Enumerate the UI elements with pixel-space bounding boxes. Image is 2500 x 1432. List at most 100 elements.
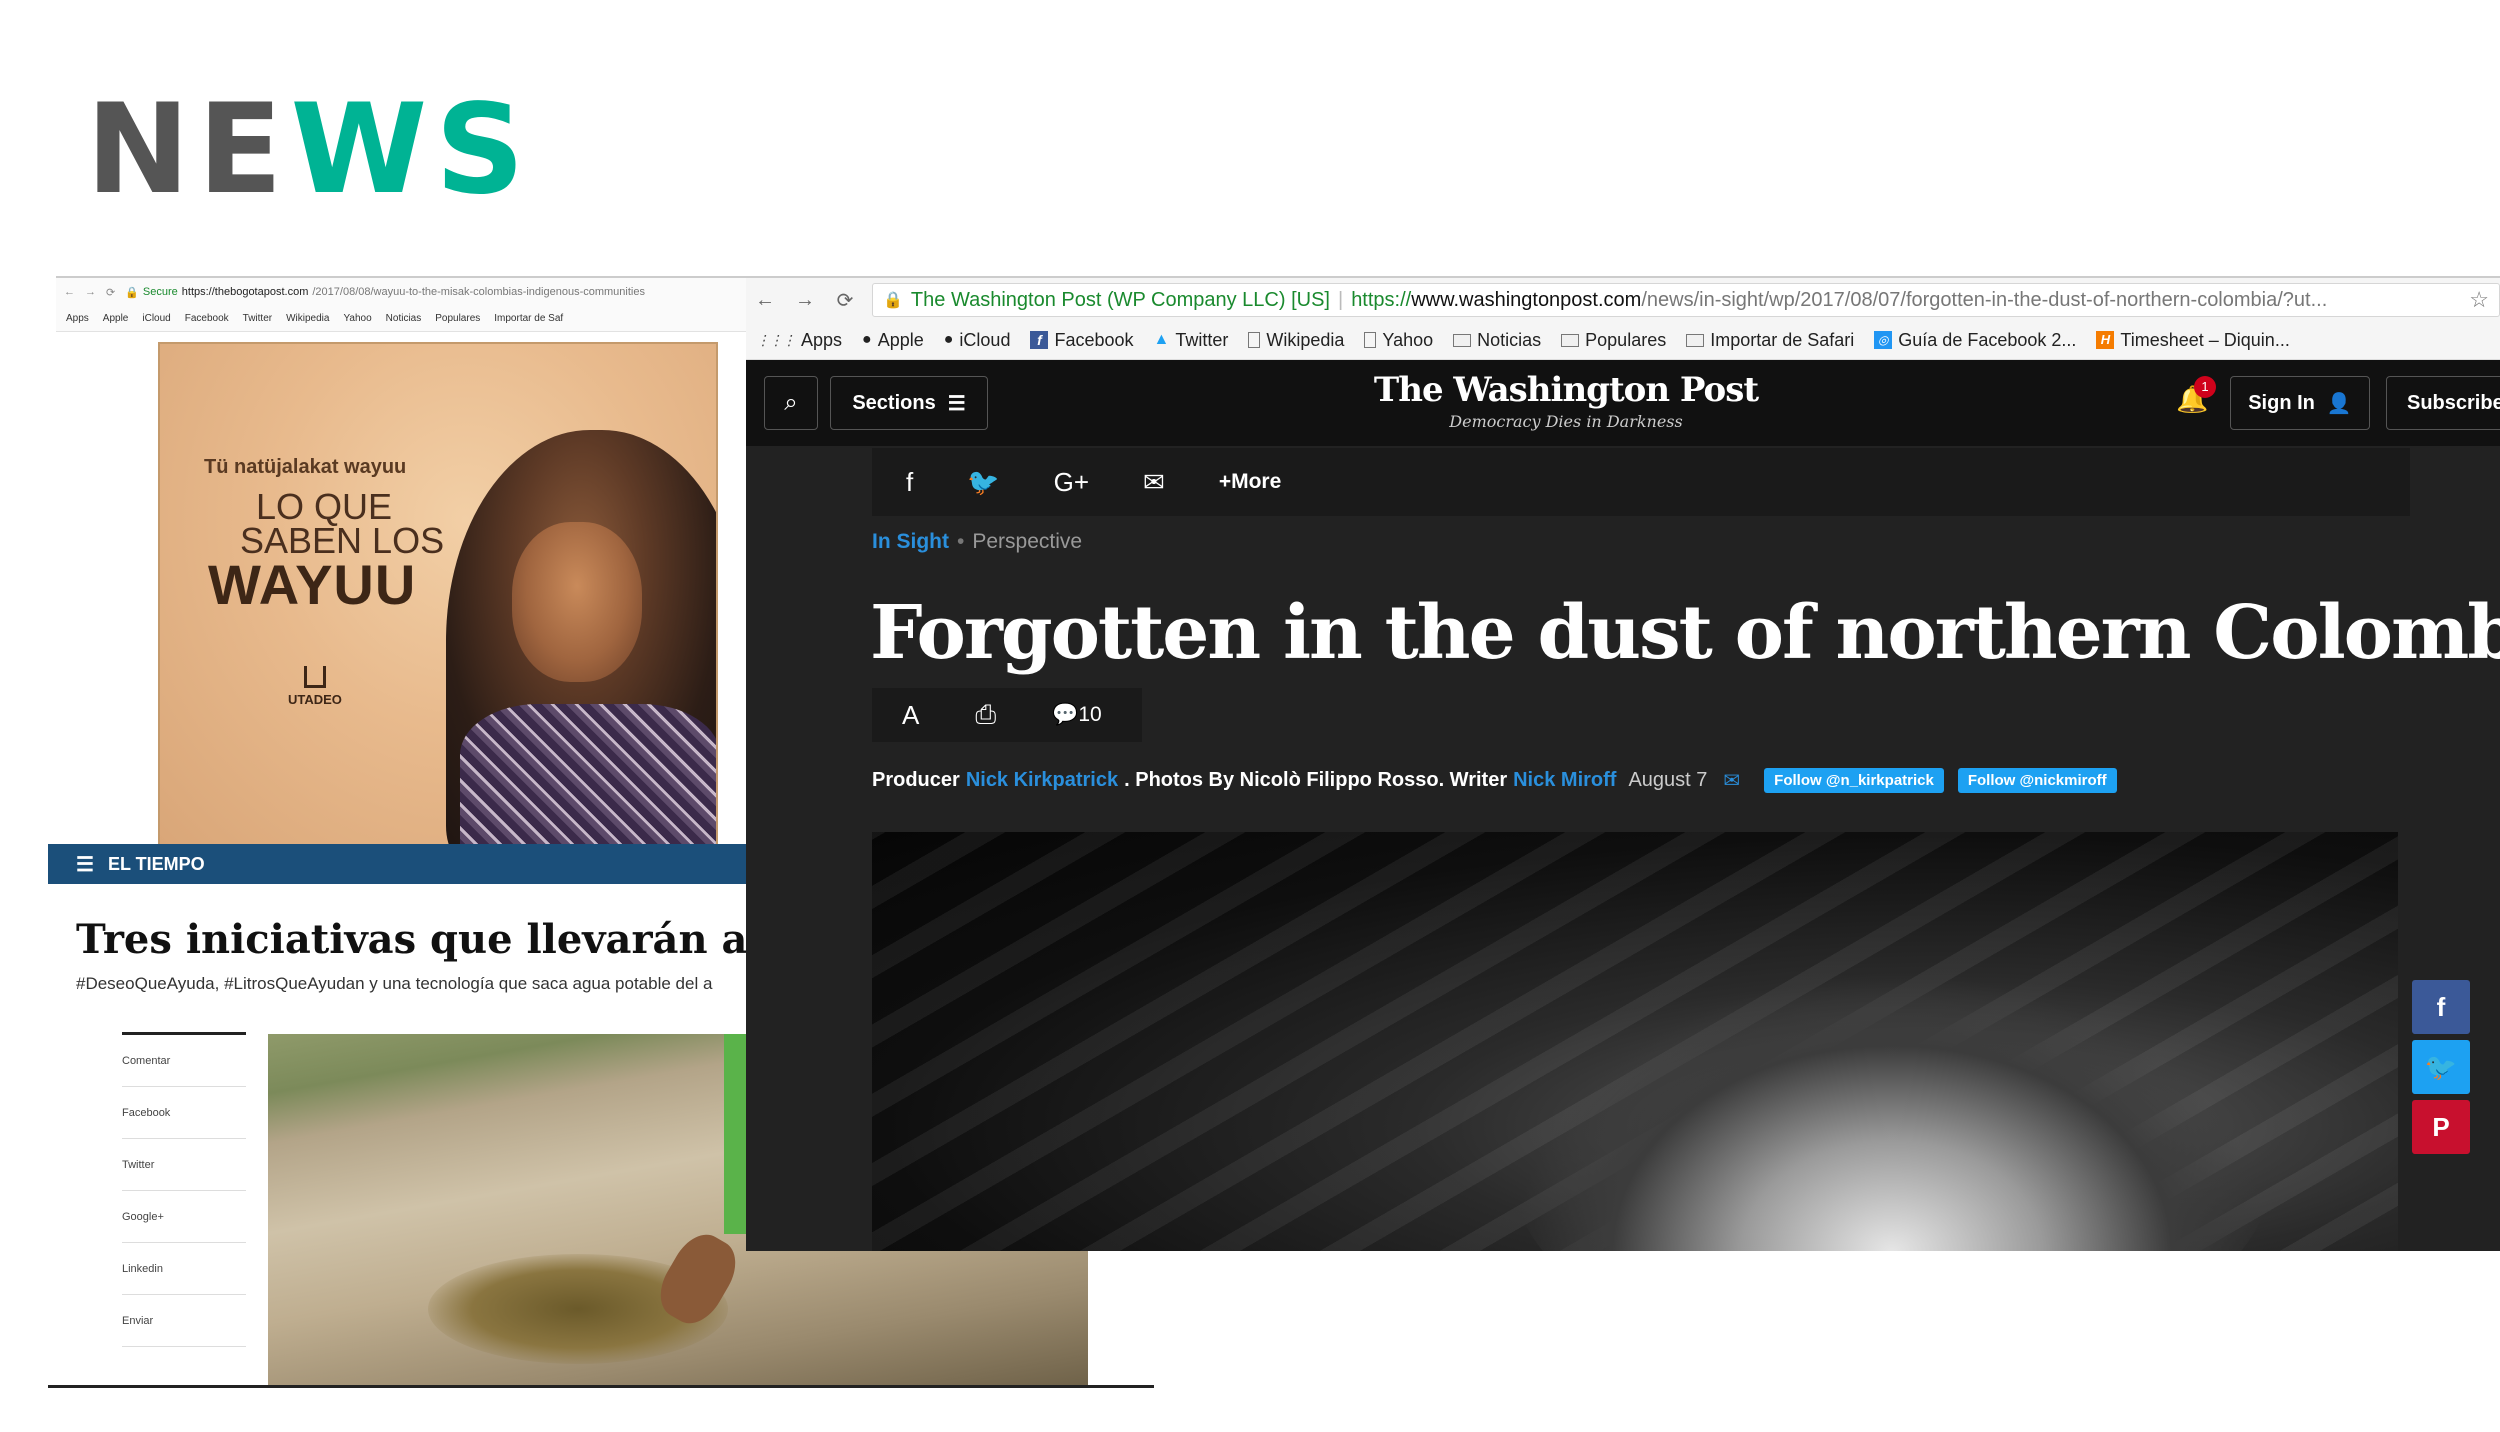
bookmark-label: Facebook [1054, 329, 1134, 350]
writer-link[interactable]: Nick Miroff [1513, 769, 1616, 792]
reload-icon[interactable]: ⟳ [106, 286, 115, 299]
more-share-button[interactable]: +More [1219, 470, 1281, 494]
side-twitter-share[interactable]: 🐦 [2412, 1040, 2470, 1094]
email-share-icon[interactable]: ✉ [1143, 467, 1165, 498]
apple-icon: ● [943, 331, 954, 348]
bookmark-apps[interactable]: Apps [66, 313, 89, 324]
wp-tagline: Democracy Dies in Darkness [1449, 412, 1683, 431]
share-twitter[interactable]: Twitter [122, 1139, 246, 1191]
hamburger-menu-icon[interactable]: ☰ [76, 852, 94, 877]
bookmark-facebook[interactable]: Facebook [185, 313, 229, 324]
bookmark-label: Timesheet – Diquin... [2120, 329, 2290, 350]
harvest-h-icon: H [2096, 331, 2115, 349]
wp-logo-name: The Washington Post [1373, 370, 1759, 410]
print-icon[interactable]: ⎙ [975, 699, 996, 731]
font-size-icon[interactable]: A [902, 700, 919, 731]
reload-icon[interactable]: ⟳ [832, 288, 858, 313]
wp-browser-chrome: ← → ⟳ 🔒 The Washington Post (WP Company … [746, 278, 2500, 360]
bookmark-icloud[interactable]: ● iCloud [944, 330, 1011, 351]
wp-bookmarks-bar: ⋮⋮⋮ Apps ● Apple ● iCloud f Facebook ▲ Twitte… [746, 322, 2500, 358]
twitter-share-icon[interactable]: 🐦 [967, 467, 999, 498]
bookmark-twitter[interactable]: ▲ Twitter [1154, 330, 1229, 351]
url-host: www.washingtonpost.com [1411, 288, 1642, 311]
article-title: Tres iniciativas que llevarán agua [76, 916, 831, 963]
washington-post-window: ← → ⟳ 🔒 The Washington Post (WP Company … [746, 276, 2500, 1251]
folder-icon [1686, 333, 1705, 347]
bookmark-facebook[interactable]: f Facebook [1030, 329, 1134, 351]
follow-kirkpatrick-button[interactable]: Follow @n_kirkpatrick [1764, 768, 1944, 793]
share-facebook[interactable]: Facebook [122, 1087, 246, 1139]
publisher-mark-icon [303, 666, 326, 688]
email-author-icon[interactable]: ✉ [1723, 768, 1740, 793]
folder-icon [1453, 333, 1472, 347]
search-icon: ⌕ [784, 389, 798, 416]
google-plus-share-icon[interactable]: G+ [1054, 467, 1089, 498]
bookmark-guia-facebook[interactable]: ◎ Guía de Facebook 2... [1874, 330, 2076, 351]
url-separator: | [1337, 288, 1344, 311]
portrait-face [512, 522, 642, 682]
bookmark-importar[interactable]: Importar de Safari [1686, 330, 1854, 351]
el-tiempo-brand[interactable]: EL TIEMPO [108, 854, 205, 875]
byline: Producer Nick Kirkpatrick . Photos By Nic… [872, 768, 2117, 793]
bookmark-label: Twitter [1175, 329, 1229, 350]
bookmark-noticias[interactable]: Noticias [386, 313, 422, 324]
comments-button[interactable]: 💬10 [1052, 703, 1102, 727]
producer-link[interactable]: Nick Kirkpatrick [966, 769, 1118, 792]
facebook-share-icon[interactable]: f [906, 467, 913, 498]
bookmark-star-icon[interactable]: ☆ [2469, 287, 2489, 313]
share-linkedin[interactable]: Linkedin [122, 1243, 246, 1295]
wp-logo[interactable]: The Washington Post Democracy Dies in Da… [1366, 370, 1766, 431]
bookmark-apps[interactable]: ⋮⋮⋮ Apps [756, 330, 842, 351]
publisher-logo: UTADEO [288, 666, 342, 707]
bookmark-yahoo[interactable]: Yahoo [1364, 330, 1433, 351]
bookmark-wikipedia[interactable]: Wikipedia [286, 313, 329, 324]
subscribe-button[interactable]: Subscribe [2386, 376, 2500, 430]
url-path: /2017/08/08/wayuu-to-the-misak-colombias… [312, 286, 645, 298]
bookmark-timesheet[interactable]: H Timesheet – Diquin... [2096, 329, 2290, 351]
bookmark-twitter[interactable]: Twitter [243, 313, 272, 324]
share-google-plus[interactable]: Google+ [122, 1191, 246, 1243]
article-tools: A ⎙ 💬10 [872, 688, 1142, 742]
side-pinterest-share[interactable]: P [2412, 1100, 2470, 1154]
bookmark-apple[interactable]: Apple [103, 313, 129, 324]
bookmark-icloud[interactable]: iCloud [142, 313, 170, 324]
secure-label: Secure [142, 286, 178, 298]
kicker-type: Perspective [972, 530, 1083, 553]
back-arrow-icon[interactable]: ← [64, 286, 75, 298]
heading-part-ne: NE [86, 78, 291, 222]
follow-miroff-button[interactable]: Follow @nickmiroff [1957, 768, 2117, 793]
apple-icon: ● [862, 331, 872, 348]
bookmark-apple[interactable]: ● Apple [862, 330, 924, 351]
sign-in-button[interactable]: Sign In 👤 [2230, 376, 2370, 430]
wp-address-bar[interactable]: 🔒 The Washington Post (WP Company LLC) [… [872, 283, 2500, 317]
user-icon: 👤 [2326, 392, 2352, 415]
heading-part-ws: WS [290, 78, 533, 222]
bookmark-populares[interactable]: Populares [1561, 330, 1666, 351]
share-comentar[interactable]: Comentar [122, 1035, 246, 1087]
side-facebook-share[interactable]: f [2412, 980, 2470, 1034]
book-subtitle: Tü natüjalakat wayuu [204, 456, 407, 478]
notifications-button[interactable]: 🔔 1 [2176, 376, 2216, 415]
guide-icon: ◎ [1874, 331, 1893, 349]
kicker-section-link[interactable]: In Sight [872, 530, 949, 553]
back-arrow-icon[interactable]: ← [752, 289, 778, 312]
sign-in-label: Sign In [2248, 391, 2315, 414]
search-button[interactable]: ⌕ [764, 376, 818, 430]
bookmark-importar[interactable]: Importar de Saf [494, 313, 563, 324]
bookmark-populares[interactable]: Populares [435, 313, 480, 324]
twitter-bird-icon: ▲ [1153, 331, 1170, 348]
sections-button[interactable]: Sections ☰ [830, 376, 988, 430]
bookmark-wikipedia[interactable]: Wikipedia [1248, 330, 1344, 351]
book-cover-image: Tü natüjalakat wayuu LO QUE SABEN LOS WA… [158, 342, 718, 846]
bookmark-yahoo[interactable]: Yahoo [343, 313, 371, 324]
book-title-line3: WAYUU [208, 553, 417, 616]
document-icon [1364, 332, 1377, 348]
share-enviar[interactable]: Enviar [122, 1295, 246, 1347]
share-list: Comentar Facebook Twitter Google+ Linked… [122, 1032, 246, 1347]
forward-arrow-icon[interactable]: → [85, 286, 96, 298]
bookmark-noticias[interactable]: Noticias [1453, 330, 1541, 351]
bogota-address-bar[interactable]: 🔒 Secure https://thebogotapost.com/2017/… [125, 286, 645, 299]
bookmark-label: iCloud [959, 329, 1011, 350]
hamburger-menu-icon: ☰ [947, 392, 966, 415]
forward-arrow-icon[interactable]: → [792, 289, 818, 312]
